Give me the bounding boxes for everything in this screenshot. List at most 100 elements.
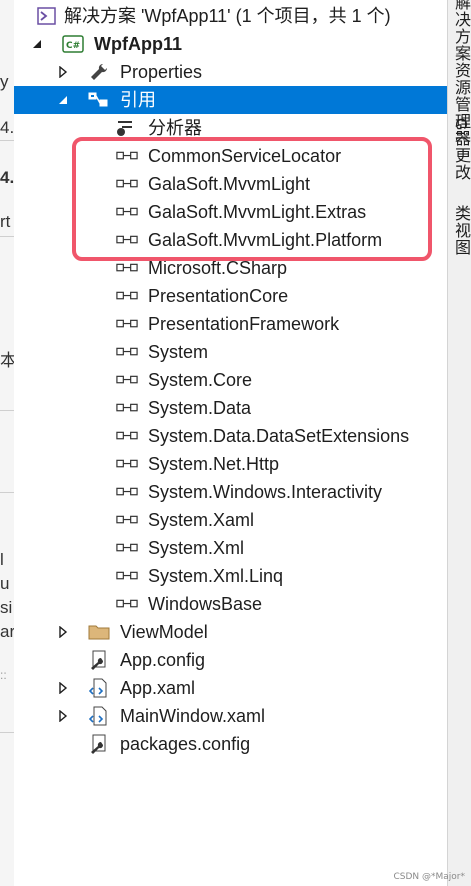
config-file-icon	[88, 733, 110, 755]
assembly-reference-icon	[116, 257, 138, 279]
app-xaml-label: App.xaml	[120, 678, 196, 698]
reference-item[interactable]: Microsoft.CSharp	[14, 254, 447, 282]
reference-label: GalaSoft.MvvmLight.Platform	[148, 230, 383, 250]
xaml-file-icon	[88, 677, 110, 699]
assembly-reference-icon	[116, 397, 138, 419]
properties-label: Properties	[120, 62, 203, 82]
assembly-reference-icon	[116, 285, 138, 307]
assembly-reference-icon	[116, 369, 138, 391]
reference-label: WindowsBase	[148, 594, 263, 614]
assembly-reference-icon	[116, 481, 138, 503]
assembly-reference-icon	[116, 453, 138, 475]
tree-node-project[interactable]: C# WpfApp11	[14, 30, 447, 58]
reference-item[interactable]: System.Windows.Interactivity	[14, 478, 447, 506]
reference-label: GalaSoft.MvvmLight	[148, 174, 311, 194]
tree-node-solution[interactable]: 解决方案 'WpfApp11' (1 个项目，共 1 个)	[14, 2, 447, 30]
references-icon	[88, 89, 110, 111]
assembly-reference-icon	[116, 201, 138, 223]
assembly-reference-icon	[116, 509, 138, 531]
reference-label: PresentationCore	[148, 286, 289, 306]
tree-node-properties[interactable]: Properties	[14, 58, 447, 86]
reference-item[interactable]: PresentationCore	[14, 282, 447, 310]
reference-item[interactable]: System.Xaml	[14, 506, 447, 534]
solution-icon	[36, 5, 58, 27]
clipped-text: 本	[0, 346, 14, 371]
wrench-icon	[88, 61, 110, 83]
tab-solution-explorer[interactable]: 解决方案资源管理器	[448, 0, 471, 147]
tree-node-references[interactable]: 引用	[14, 86, 447, 114]
tree-node-mainwindow-xaml[interactable]: MainWindow.xaml	[14, 702, 447, 730]
config-file-icon	[88, 649, 110, 671]
project-label: WpfApp11	[94, 34, 182, 54]
reference-label: System.Data	[148, 398, 252, 418]
packages-config-label: packages.config	[120, 734, 251, 754]
reference-label: System	[148, 342, 209, 362]
assembly-reference-icon	[116, 341, 138, 363]
solution-label: 解决方案 'WpfApp11' (1 个项目，共 1 个)	[64, 6, 391, 26]
assembly-reference-icon	[116, 313, 138, 335]
tab-git-changes[interactable]: Git 更改	[448, 118, 471, 198]
reference-item[interactable]: GalaSoft.MvvmLight.Extras	[14, 198, 447, 226]
tree-node-app-config[interactable]: App.config	[14, 646, 447, 674]
clipped-text: 4.	[0, 168, 15, 187]
tree-node-viewmodel[interactable]: ViewModel	[14, 618, 447, 646]
clipped-text: 4.	[0, 118, 15, 137]
collapse-arrow-icon[interactable]	[56, 93, 70, 107]
xaml-file-icon	[88, 705, 110, 727]
clipped-text: ::	[0, 668, 7, 682]
reference-label: Microsoft.CSharp	[148, 258, 288, 278]
clipped-text: l	[0, 550, 4, 569]
reference-item[interactable]: System.Data.DataSetExtensions	[14, 422, 447, 450]
reference-item[interactable]: PresentationFramework	[14, 310, 447, 338]
references-label: 引用	[120, 90, 156, 110]
app-config-label: App.config	[120, 650, 206, 670]
tool-window-rail: 解决方案资源管理器 Git 更改 类视图	[447, 0, 471, 886]
watermark: CSDN @*Major*	[393, 872, 465, 882]
expand-arrow-icon[interactable]	[56, 625, 70, 639]
reference-item[interactable]: System.Xml	[14, 534, 447, 562]
analyzer-icon	[114, 117, 136, 139]
solution-explorer-tree: 解决方案 'WpfApp11' (1 个项目，共 1 个) C# WpfApp1…	[14, 0, 447, 886]
assembly-reference-icon	[116, 173, 138, 195]
tab-class-view[interactable]: 类视图	[448, 205, 471, 265]
assembly-reference-icon	[116, 145, 138, 167]
clipped-text: ar	[0, 622, 15, 641]
svg-text:C#: C#	[66, 41, 80, 51]
expand-arrow-icon[interactable]	[56, 65, 70, 79]
clipped-text: rt	[0, 212, 11, 231]
reference-label: GalaSoft.MvvmLight.Extras	[148, 202, 367, 222]
reference-item[interactable]: WindowsBase	[14, 590, 447, 618]
clipped-text: u	[0, 574, 10, 593]
expand-arrow-icon[interactable]	[56, 709, 70, 723]
mainwindow-xaml-label: MainWindow.xaml	[120, 706, 266, 726]
reference-label: System.Data.DataSetExtensions	[148, 426, 410, 446]
reference-label: System.Core	[148, 370, 253, 390]
assembly-reference-icon	[116, 565, 138, 587]
tree-node-analyzer[interactable]: 分析器	[14, 114, 447, 142]
reference-label: CommonServiceLocator	[148, 146, 342, 166]
tree-node-app-xaml[interactable]: App.xaml	[14, 674, 447, 702]
reference-label: PresentationFramework	[148, 314, 340, 334]
assembly-reference-icon	[116, 425, 138, 447]
analyzer-label: 分析器	[148, 118, 202, 138]
assembly-reference-icon	[116, 593, 138, 615]
reference-item[interactable]: System.Xml.Linq	[14, 562, 447, 590]
collapse-arrow-icon[interactable]	[30, 37, 44, 51]
tree-node-packages-config[interactable]: packages.config	[14, 730, 447, 758]
reference-item[interactable]: System.Net.Http	[14, 450, 447, 478]
reference-item[interactable]: GalaSoft.MvvmLight.Platform	[14, 226, 447, 254]
viewmodel-label: ViewModel	[120, 622, 208, 642]
csharp-project-icon: C#	[62, 33, 84, 55]
reference-label: System.Xml.Linq	[148, 566, 284, 586]
folder-icon	[88, 621, 110, 643]
reference-item[interactable]: System	[14, 338, 447, 366]
reference-item[interactable]: GalaSoft.MvvmLight	[14, 170, 447, 198]
expand-arrow-icon[interactable]	[56, 681, 70, 695]
reference-label: System.Xml	[148, 538, 245, 558]
assembly-reference-icon	[116, 229, 138, 251]
reference-item[interactable]: CommonServiceLocator	[14, 142, 447, 170]
reference-item[interactable]: System.Data	[14, 394, 447, 422]
left-panel-edge: y 4. 4. rt 本 l u si ar ::	[0, 0, 15, 886]
reference-item[interactable]: System.Core	[14, 366, 447, 394]
assembly-reference-icon	[116, 537, 138, 559]
